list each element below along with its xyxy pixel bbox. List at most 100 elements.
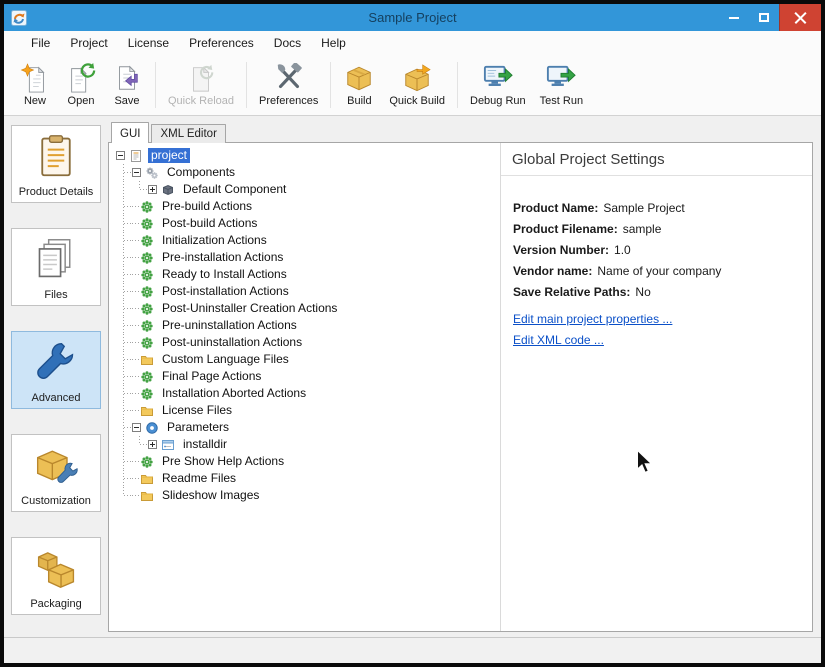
tree-guide	[116, 402, 132, 419]
tree-item-final-page-actions[interactable]: Final Page Actions	[116, 368, 500, 385]
menu-help[interactable]: Help	[311, 33, 356, 53]
close-icon	[794, 11, 807, 24]
main-area: Product Details Files Advanced Customizatio…	[4, 116, 821, 637]
tree-guide	[116, 334, 132, 351]
menu-docs[interactable]: Docs	[264, 33, 311, 53]
link-edit-xml-code[interactable]: Edit XML code ...	[513, 333, 604, 347]
tree-guide	[116, 215, 132, 232]
tree-item-pre-uninstallation-actions[interactable]: Pre-uninstallation Actions	[116, 317, 500, 334]
tab-xml-editor[interactable]: XML Editor	[151, 124, 225, 143]
tree-item-pre-build-actions[interactable]: Pre-build Actions	[116, 198, 500, 215]
save-button[interactable]: Save	[104, 59, 150, 111]
tree-item-pre-show-help-actions[interactable]: Pre Show Help Actions	[116, 453, 500, 470]
packaging-icon	[34, 546, 78, 595]
tree-item-license-files[interactable]: License Files	[116, 402, 500, 419]
field-value: sample	[623, 222, 662, 236]
tree-expander-minus[interactable]	[132, 423, 141, 432]
tree-item-installdir[interactable]: installdir	[116, 436, 500, 453]
new-button[interactable]: New	[12, 59, 58, 111]
tree-expander-plus[interactable]	[148, 440, 157, 449]
details-title: Global Project Settings	[501, 143, 812, 176]
component-icon	[161, 182, 176, 197]
sidebar-item-label: Files	[44, 289, 67, 301]
tree-guide	[116, 249, 132, 266]
tree-item-label: Installation Aborted Actions	[159, 386, 309, 401]
details-pane: Global Project Settings Product Name:Sam…	[501, 143, 812, 631]
details-fields: Product Name:Sample ProjectProduct Filen…	[513, 201, 800, 299]
action-icon	[140, 284, 155, 299]
tree-item-post-build-actions[interactable]: Post-build Actions	[116, 215, 500, 232]
tree-guide	[116, 470, 132, 487]
link-edit-main-project-properties[interactable]: Edit main project properties ...	[513, 312, 672, 326]
tree-item-label: Post-uninstallation Actions	[159, 335, 305, 350]
project-icon	[129, 148, 144, 163]
open-button[interactable]: Open	[58, 59, 104, 111]
tree-item-pre-installation-actions[interactable]: Pre-installation Actions	[116, 249, 500, 266]
tree-item-label: Post-Uninstaller Creation Actions	[159, 301, 340, 316]
menu-file[interactable]: File	[21, 33, 60, 53]
tree-guide	[132, 283, 139, 300]
tree-item-ready-to-install-actions[interactable]: Ready to Install Actions	[116, 266, 500, 283]
tree-item-post-uninstaller-creation-actions[interactable]: Post-Uninstaller Creation Actions	[116, 300, 500, 317]
menu-preferences[interactable]: Preferences	[179, 33, 264, 53]
advanced-icon	[34, 340, 78, 389]
tab-gui[interactable]: GUI	[111, 122, 149, 143]
tree-item-post-uninstallation-actions[interactable]: Post-uninstallation Actions	[116, 334, 500, 351]
toolbar-button-label: Open	[68, 95, 95, 107]
tree-guide	[132, 334, 139, 351]
quick-build-button[interactable]: Quick Build	[382, 59, 452, 111]
sidebar-item-product-details[interactable]: Product Details	[11, 125, 101, 203]
action-icon	[140, 335, 155, 350]
tree-item-readme-files[interactable]: Readme Files	[116, 470, 500, 487]
toolbar-button-label: Debug Run	[470, 95, 526, 107]
tree-item-post-installation-actions[interactable]: Post-installation Actions	[116, 283, 500, 300]
tree-item-custom-language-files[interactable]: Custom Language Files	[116, 351, 500, 368]
quick-reload-button[interactable]: Quick Reload	[161, 59, 241, 111]
close-button[interactable]	[779, 4, 821, 31]
tree-item-project[interactable]: project	[116, 147, 500, 164]
project-tree: projectComponentsDefault ComponentPre-bu…	[109, 143, 501, 631]
folder-icon	[140, 352, 155, 367]
build-button[interactable]: Build	[336, 59, 382, 111]
sidebar-item-packaging[interactable]: Packaging	[11, 537, 101, 615]
test-run-button[interactable]: Test Run	[533, 59, 590, 111]
tree-guide	[116, 164, 132, 181]
toolbar-button-label: Quick Build	[389, 95, 445, 107]
tree-guide	[116, 198, 132, 215]
maximize-button[interactable]	[749, 4, 779, 31]
title-bar: Sample Project	[4, 4, 821, 31]
sidebar-item-advanced[interactable]: Advanced	[11, 331, 101, 409]
menu-project[interactable]: Project	[60, 33, 117, 53]
tree-expander-minus[interactable]	[132, 168, 141, 177]
debug-run-button[interactable]: Debug Run	[463, 59, 533, 111]
tree-guide	[132, 266, 139, 283]
action-icon	[140, 250, 155, 265]
field-label: Version Number:	[513, 243, 609, 257]
tree-item-label: Readme Files	[159, 471, 239, 486]
tree-item-slideshow-images[interactable]: Slideshow Images	[116, 487, 500, 504]
tree-item-default-component[interactable]: Default Component	[116, 181, 500, 198]
tree-item-parameters[interactable]: Parameters	[116, 419, 500, 436]
tree-expander-plus[interactable]	[148, 185, 157, 194]
minimize-button[interactable]	[719, 4, 749, 31]
window-controls	[719, 4, 821, 31]
folder-icon	[140, 471, 155, 486]
sidebar: Product Details Files Advanced Customizatio…	[4, 116, 105, 637]
sidebar-item-customization[interactable]: Customization	[11, 434, 101, 512]
action-icon	[140, 386, 155, 401]
folder-icon	[140, 403, 155, 418]
tab-bar: GUIXML Editor	[108, 122, 813, 143]
tree-guide	[132, 300, 139, 317]
tree-item-components[interactable]: Components	[116, 164, 500, 181]
tree-guide	[116, 487, 132, 504]
sidebar-item-files[interactable]: Files	[11, 228, 101, 306]
tree-guide	[132, 436, 148, 453]
tree-expander-minus[interactable]	[116, 151, 125, 160]
preferences-icon	[274, 63, 304, 93]
preferences-button[interactable]: Preferences	[252, 59, 325, 111]
menu-license[interactable]: License	[118, 33, 179, 53]
tree-item-initialization-actions[interactable]: Initialization Actions	[116, 232, 500, 249]
tree-item-installation-aborted-actions[interactable]: Installation Aborted Actions	[116, 385, 500, 402]
customization-icon	[34, 443, 78, 492]
action-icon	[140, 301, 155, 316]
